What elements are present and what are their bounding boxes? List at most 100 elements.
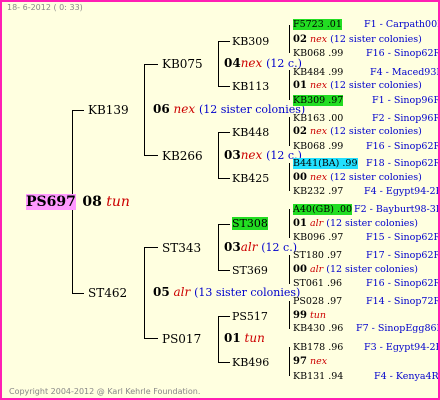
connector: [289, 347, 290, 376]
node-gen4: KB430 .96: [293, 324, 343, 334]
node-gen4-origin: F7 - SinopEgg86R: [356, 323, 440, 334]
connector: [289, 70, 290, 100]
node-gen4: B441(BA) .99: [293, 158, 358, 169]
node-name: KB068 .99: [293, 48, 344, 59]
node-gen4: A40(GB) .00: [293, 204, 353, 215]
node-gen4-origin: F15 - Sinop62R: [366, 232, 440, 243]
connector: [218, 316, 230, 317]
node-year: 05: [153, 285, 170, 299]
connector: [72, 293, 84, 294]
node-name: KB309: [232, 35, 270, 48]
node-gen2: KB266: [162, 150, 203, 162]
connector: [289, 301, 290, 329]
node-name: A40(GB) .00: [293, 204, 353, 215]
node-note: tun: [309, 310, 327, 321]
node-name: KB448: [232, 126, 270, 139]
connector: [289, 255, 290, 284]
node-gen2-info: 01 tun: [224, 332, 265, 344]
node-sisters: (12 sister colonies): [330, 80, 422, 91]
node-note: tun: [244, 331, 265, 345]
node-gen2: ST343: [162, 242, 201, 254]
connector: [218, 316, 219, 362]
node-gen3-info: 97 nex: [293, 357, 327, 367]
node-year: 02: [293, 34, 307, 45]
connector: [289, 117, 290, 146]
node-name: KB430 .96: [293, 323, 344, 334]
node-name: KB178 .96: [293, 342, 344, 353]
node-name: KB163 .00: [293, 113, 344, 124]
node-sisters: (12 sister colonies): [330, 126, 422, 137]
node-gen3: KB496: [232, 357, 269, 368]
node-gen3-info: 02 nex (12 sister colonies): [293, 35, 422, 45]
copyright: Copyright 2004-2012 @ Karl Kehrle Founda…: [9, 387, 201, 396]
connector: [144, 155, 158, 156]
node-gen4-origin: F2 - Sinop96R: [372, 113, 440, 124]
node-gen4-origin: F4 - Maced93R: [370, 67, 440, 78]
connector: [72, 110, 84, 111]
node-sisters: (12 sister colonies): [326, 218, 418, 229]
node-gen4: KB484 .99: [293, 68, 343, 78]
node-gen3-info: 01 nex (12 sister colonies): [293, 81, 422, 91]
node-gen4: KB068 .99: [293, 49, 343, 59]
connector: [218, 132, 219, 178]
node-name: KB096 .97: [293, 232, 344, 243]
node-note: nex: [240, 148, 263, 162]
node-gen4-origin: F4 - Egypt94-2R: [364, 186, 440, 197]
node-gen4-origin: F3 - Egypt94-2R: [364, 342, 440, 353]
node-name: PS028 .97: [293, 296, 343, 307]
node-name: B441(BA) .99: [293, 158, 358, 169]
node-note: alr: [173, 285, 191, 299]
connector: [144, 247, 158, 248]
node-year: 02: [293, 126, 307, 137]
pedigree-chart: 18- 6-2012 ( 0: 33) PS697 08 tun KB139 0…: [0, 0, 440, 400]
node-year: 04: [224, 56, 241, 70]
node-name: ST369: [232, 264, 268, 277]
node-name: KB484 .99: [293, 67, 344, 78]
node-name: ST308: [232, 217, 268, 230]
node-name: PS517: [232, 310, 268, 323]
connector-kb139: [144, 64, 145, 156]
node-gen4: KB068 .99: [293, 142, 343, 152]
node-gen3: KB113: [232, 81, 269, 92]
node-gen3: KB448: [232, 127, 269, 138]
node-note: nex: [309, 172, 328, 183]
node-name: KB139: [88, 103, 129, 117]
node-year: 99: [293, 310, 307, 321]
node-gen4: KB232 .97: [293, 187, 343, 197]
root-year: 08: [82, 194, 102, 210]
node-gen4: ST180 .97: [293, 251, 342, 261]
node-gen3-info: 00 nex (12 sister colonies): [293, 173, 422, 183]
node-note: nex: [309, 34, 328, 45]
connector: [144, 64, 158, 65]
node-gen4-origin: F14 - Sinop72R: [366, 296, 440, 307]
node-name: ST180 .97: [293, 250, 343, 261]
node-name: KB113: [232, 80, 270, 93]
node-gen3: ST308: [232, 217, 268, 230]
node-gen4: PS028 .97: [293, 297, 342, 307]
node-gen3: ST369: [232, 265, 268, 276]
node-gen4-origin: F2 - Bayburt98-3R: [354, 204, 440, 215]
node-year: 06: [153, 102, 170, 116]
node-year: 01: [224, 331, 241, 345]
node-name: KB496: [232, 356, 270, 369]
root-name: PS697: [26, 194, 76, 210]
node-gen4: KB309 .97: [293, 95, 344, 106]
node-gen4: KB096 .97: [293, 233, 343, 243]
root-node: PS697 08 tun: [26, 194, 130, 210]
node-note: alr: [309, 218, 324, 229]
node-gen4: ST061 .96: [293, 279, 342, 289]
connector: [289, 209, 290, 238]
node-gen4-origin: F1 - Sinop96R: [372, 95, 440, 106]
node-gen2: KB075: [162, 58, 203, 70]
node-name: F5723 .01: [293, 19, 342, 30]
node-gen4-origin: F18 - Sinop62R: [366, 158, 440, 169]
node-gen2-info: 03alr (12 c.): [224, 241, 297, 253]
connector: [218, 132, 230, 133]
node-name: KB232 .97: [293, 186, 344, 197]
connector: [218, 270, 230, 271]
node-year: 03: [224, 148, 241, 162]
node-gen4: KB163 .00: [293, 114, 343, 124]
node-year: 00: [293, 172, 307, 183]
connector: [218, 362, 230, 363]
node-gen4-origin: F1 - Carpath00R: [364, 19, 440, 30]
